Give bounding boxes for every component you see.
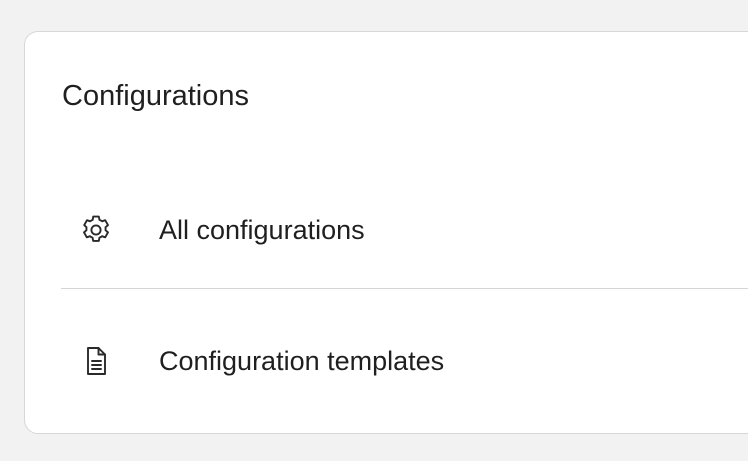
all-configurations-label: All configurations (159, 214, 365, 245)
menu-item-all-configurations[interactable]: All configurations (0, 195, 724, 265)
menu-item-configuration-templates[interactable]: Configuration templates (0, 326, 724, 396)
gear-icon (76, 210, 116, 250)
configurations-title: Configurations (62, 80, 249, 112)
document-icon (76, 341, 116, 381)
configuration-templates-label: Configuration templates (159, 345, 445, 376)
menu-divider (61, 288, 748, 289)
configurations-page: Configurations All configurations Config… (0, 0, 748, 461)
